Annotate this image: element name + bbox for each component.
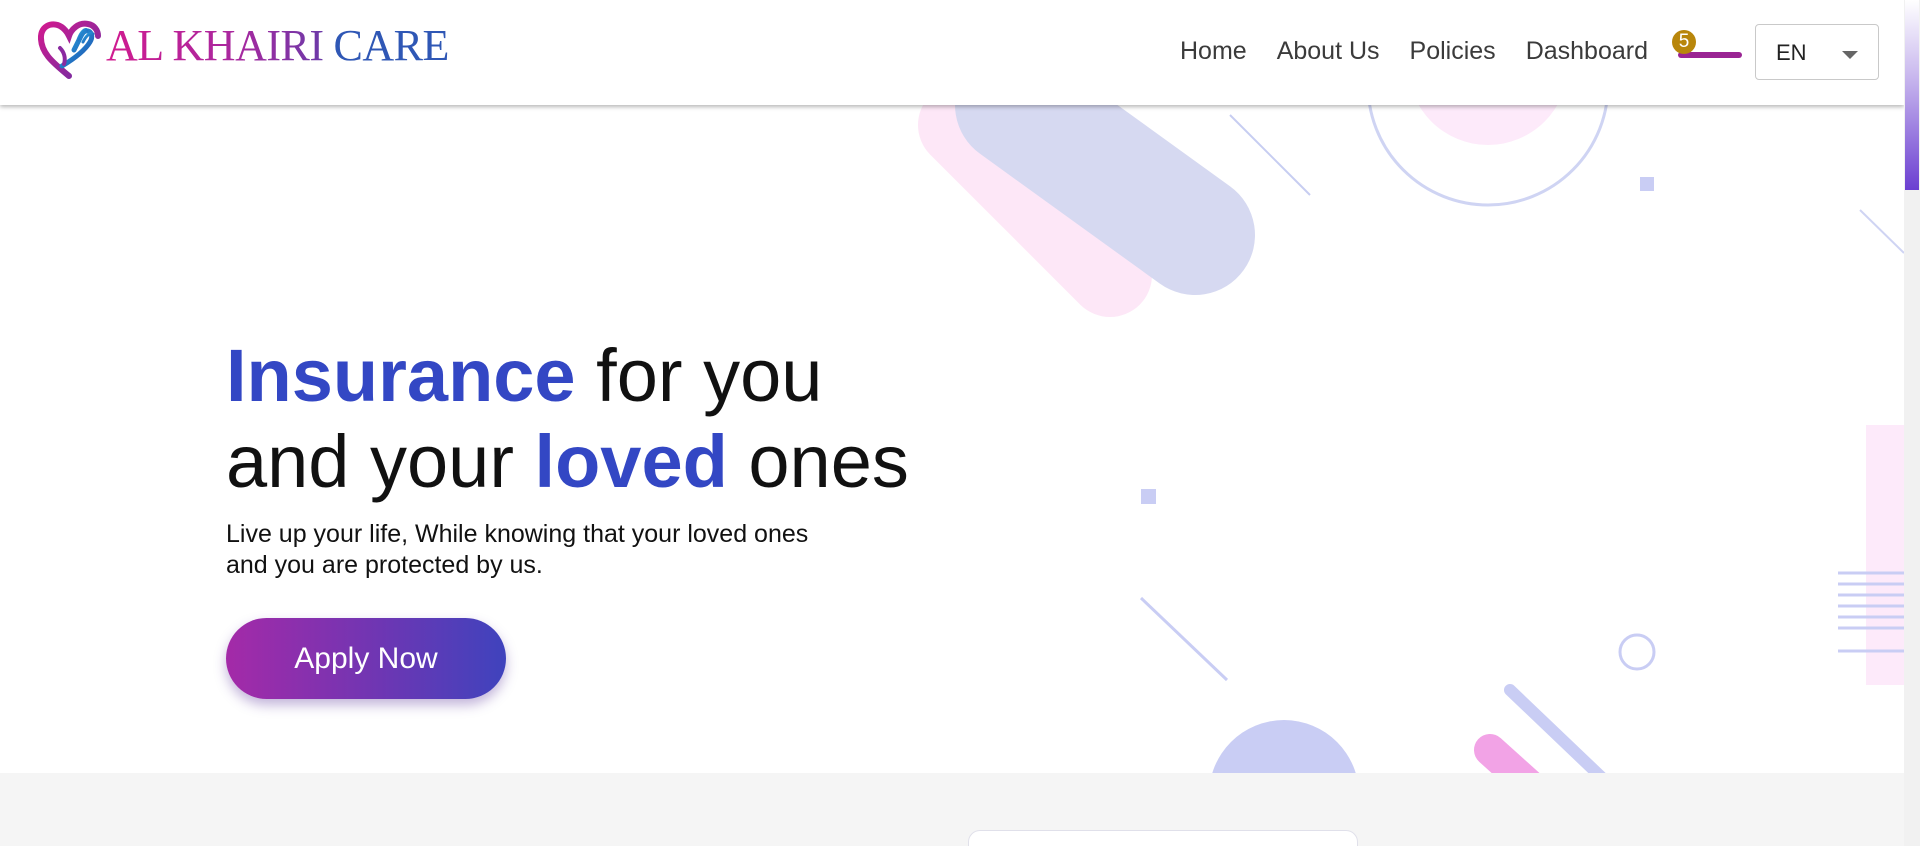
decor-pink-bar — [1866, 425, 1904, 685]
page-scrollbar[interactable] — [1904, 0, 1920, 846]
hero-title-text-1: for you — [575, 334, 823, 417]
decor-thin-line — [1229, 114, 1311, 196]
decor-pink-disc — [1418, 105, 1558, 145]
site-header: AL KHAIRI CARE Home About Us Policies Das… — [0, 0, 1904, 105]
decor-small-ring — [1618, 633, 1656, 671]
hero-section: Insurance for you and your loved ones Liv… — [0, 105, 1904, 773]
decor-blue-stripe-small — [1504, 684, 1606, 773]
apply-now-button[interactable]: Apply Now — [226, 618, 506, 699]
hero-title-accent-loved: loved — [534, 420, 728, 503]
decor-half-disc — [1212, 720, 1356, 773]
lower-section — [0, 773, 1904, 846]
language-select[interactable]: EN — [1755, 24, 1879, 80]
nav-about-link[interactable]: About Us — [1277, 37, 1380, 66]
hero-title: Insurance for you and your loved ones — [226, 333, 909, 505]
decor-thin-line — [1139, 596, 1229, 682]
decor-square — [1141, 489, 1156, 504]
nav-home-link[interactable]: Home — [1180, 37, 1247, 66]
main-nav: Home About Us Policies Dashboard — [1180, 37, 1648, 66]
brand-name: AL KHAIRI CARE — [106, 24, 449, 68]
decor-thin-line — [1859, 209, 1904, 254]
nav-policies-link[interactable]: Policies — [1410, 37, 1496, 66]
chevron-down-icon — [1842, 51, 1858, 59]
brand-logo[interactable]: AL KHAIRI CARE — [38, 18, 449, 80]
hero-title-accent-insurance: Insurance — [226, 334, 576, 417]
decor-square — [1640, 177, 1654, 191]
hero-title-text-2: and your — [226, 420, 535, 503]
scrollbar-thumb[interactable] — [1905, 0, 1919, 190]
heart-hands-icon — [38, 20, 101, 79]
brand-name-part2: CARE — [333, 21, 450, 70]
nav-dashboard-link[interactable]: Dashboard — [1526, 37, 1648, 66]
hero-subtitle: Live up your life, While knowing that yo… — [226, 520, 809, 579]
brand-name-part1: AL KHAIRI — [106, 21, 324, 70]
language-selected-value: EN — [1776, 40, 1807, 65]
decor-pink-stripe-small — [1474, 734, 1540, 773]
hero-title-text-3: ones — [727, 420, 909, 503]
lower-card — [968, 830, 1358, 846]
cart-button[interactable]: 5 — [1672, 30, 1744, 60]
viewport: AL KHAIRI CARE Home About Us Policies Das… — [0, 0, 1904, 846]
cart-count-badge: 5 — [1672, 30, 1696, 54]
